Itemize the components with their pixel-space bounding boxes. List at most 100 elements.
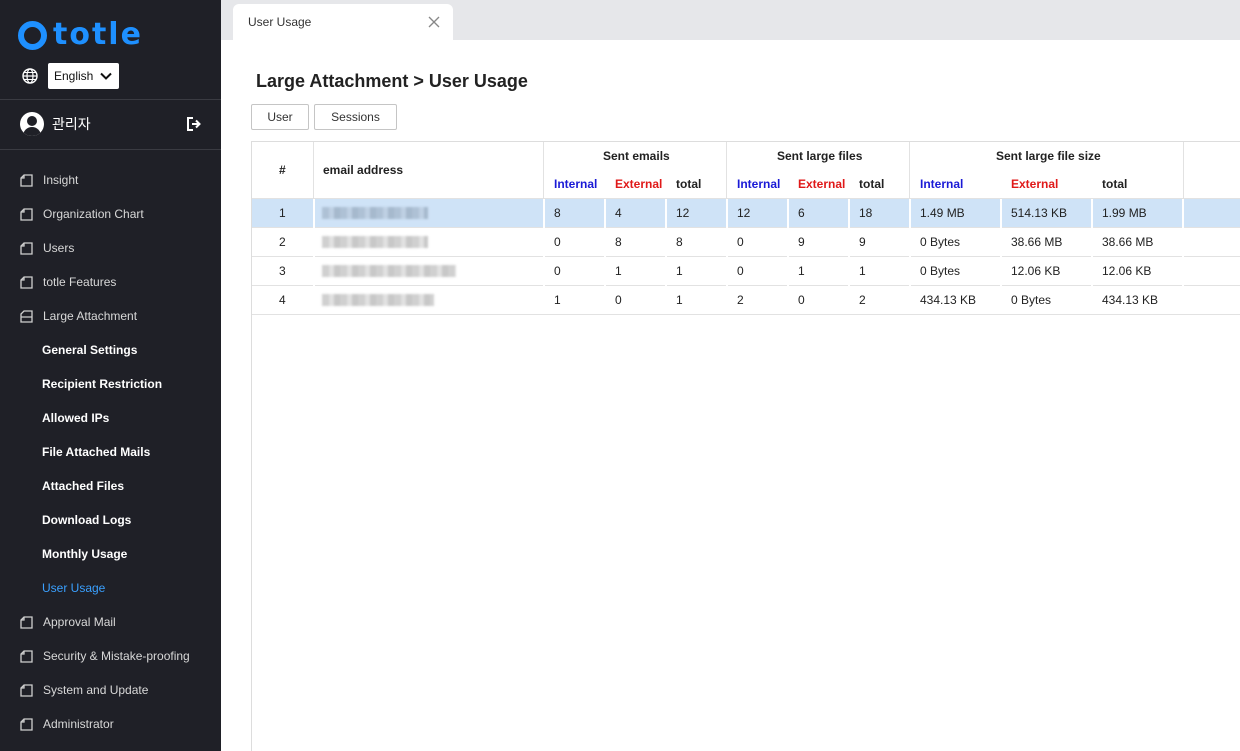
cell-size-internal: 1.49 MB — [920, 206, 965, 220]
folder-icon — [20, 683, 33, 697]
cell-files-external: 6 — [798, 206, 805, 220]
cell-emails-total: 8 — [676, 235, 683, 249]
page-title: Large Attachment > User Usage — [256, 71, 528, 91]
totle-logo[interactable]: totle — [18, 18, 143, 52]
language-picker: English — [22, 63, 119, 89]
sidebar-item-label: Large Attachment — [43, 309, 138, 323]
cell-emails-external: 0 — [615, 293, 622, 307]
column-header-external: External — [1011, 177, 1059, 191]
tab-bar: User Usage — [221, 0, 1240, 40]
avatar[interactable] — [20, 112, 44, 136]
row-index: 1 — [279, 206, 286, 220]
column-header-total: total — [859, 177, 885, 191]
cell-files-internal: 0 — [737, 264, 744, 278]
sidebar-item-system-and-update[interactable]: System and Update — [0, 673, 221, 707]
email-address-redacted — [322, 294, 434, 306]
sidebar-item-insight[interactable]: Insight — [0, 163, 221, 197]
sidebar-subitem-allowed-ips[interactable]: Allowed IPs — [0, 401, 221, 435]
logo-mark — [18, 20, 47, 50]
language-select-value: English — [54, 69, 94, 83]
cell-size-total: 1.99 MB — [1102, 206, 1147, 220]
row-index: 2 — [279, 235, 286, 249]
sidebar-item-label: Users — [43, 241, 75, 255]
cell-size-external: 12.06 KB — [1011, 264, 1061, 278]
sidebar-subitem-general-settings[interactable]: General Settings — [0, 333, 221, 367]
column-group-sent-large-files: Sent large files — [777, 149, 863, 163]
cell-files-total: 2 — [859, 293, 866, 307]
user-name: 관리자 — [52, 117, 91, 133]
column-header-email: email address — [323, 163, 404, 177]
sidebar-subitem-user-usage[interactable]: User Usage — [0, 571, 221, 605]
user-button[interactable]: User — [251, 104, 309, 130]
folder-icon — [20, 649, 33, 663]
email-address-redacted — [322, 236, 428, 248]
sidebar-subitem-monthly-usage[interactable]: Monthly Usage — [0, 537, 221, 571]
cell-files-internal: 2 — [737, 293, 744, 307]
cell-files-external: 9 — [798, 235, 805, 249]
language-select[interactable]: English — [48, 63, 119, 89]
column-header-total: total — [1102, 177, 1128, 191]
cell-files-total: 18 — [859, 206, 873, 220]
globe-icon — [22, 68, 38, 84]
column-header-index: # — [279, 163, 286, 177]
column-header-total: total — [676, 177, 702, 191]
cell-emails-external: 4 — [615, 206, 622, 220]
folder-icon — [20, 241, 33, 255]
email-address-redacted — [322, 207, 428, 219]
cell-size-external: 0 Bytes — [1011, 293, 1052, 307]
sidebar-item-approval-mail[interactable]: Approval Mail — [0, 605, 221, 639]
sidebar-subitem-attached-files[interactable]: Attached Files — [0, 469, 221, 503]
user-profile: 관리자 — [20, 111, 202, 137]
sidebar-subitem-recipient-restriction[interactable]: Recipient Restriction — [0, 367, 221, 401]
cell-size-internal: 0 Bytes — [920, 264, 961, 278]
sidebar-item-administrator[interactable]: Administrator — [0, 707, 221, 741]
cell-files-external: 1 — [798, 264, 805, 278]
sidebar-subitem-file-attached-mails[interactable]: File Attached Mails — [0, 435, 221, 469]
email-address-redacted — [322, 265, 456, 277]
cell-emails-external: 1 — [615, 264, 622, 278]
cell-files-internal: 12 — [737, 206, 751, 220]
column-group-sent-large-file-size: Sent large file size — [996, 149, 1101, 163]
divider — [0, 99, 221, 100]
cell-files-total: 1 — [859, 264, 866, 278]
row-index: 4 — [279, 293, 286, 307]
cell-emails-total: 1 — [676, 293, 683, 307]
sessions-button[interactable]: Sessions — [314, 104, 397, 130]
cell-size-total: 12.06 KB — [1102, 264, 1152, 278]
sidebar-item-totle-features[interactable]: totle Features — [0, 265, 221, 299]
tab-user-usage[interactable]: User Usage — [233, 4, 453, 40]
sidebar-nav: Insight Organization Chart Users totle F… — [0, 163, 221, 741]
sidebar-item-label: System and Update — [43, 683, 149, 697]
column-header-internal: Internal — [920, 177, 964, 191]
sidebar-item-users[interactable]: Users — [0, 231, 221, 265]
cell-emails-internal: 8 — [554, 206, 561, 220]
row-index: 3 — [279, 264, 286, 278]
sidebar-subitem-download-logs[interactable]: Download Logs — [0, 503, 221, 537]
cell-emails-total: 12 — [676, 206, 690, 220]
tab-label: User Usage — [248, 15, 312, 29]
sidebar-item-label: Security & Mistake-proofing — [43, 649, 190, 663]
cell-size-external: 514.13 KB — [1011, 206, 1068, 220]
column-header-internal: Internal — [554, 177, 598, 191]
logout-icon[interactable] — [186, 116, 202, 132]
cell-files-external: 0 — [798, 293, 805, 307]
cell-emails-internal: 1 — [554, 293, 561, 307]
sidebar-item-organization-chart[interactable]: Organization Chart — [0, 197, 221, 231]
folder-icon — [20, 717, 33, 731]
sidebar-item-label: Organization Chart — [43, 207, 144, 221]
user-usage-table: # email address Sent emails Sent large f… — [251, 141, 1240, 751]
cell-emails-internal: 0 — [554, 264, 561, 278]
close-icon[interactable] — [427, 15, 441, 29]
divider — [0, 149, 221, 150]
cell-files-total: 9 — [859, 235, 866, 249]
folder-icon — [20, 615, 33, 629]
column-header-external: External — [798, 177, 846, 191]
folder-icon — [20, 275, 33, 289]
sidebar-item-large-attachment[interactable]: Large Attachment — [0, 299, 221, 333]
folder-icon — [20, 173, 33, 187]
cell-emails-internal: 0 — [554, 235, 561, 249]
logo-text: totle — [53, 17, 143, 52]
cell-size-total: 434.13 KB — [1102, 293, 1159, 307]
sidebar-item-security[interactable]: Security & Mistake-proofing — [0, 639, 221, 673]
cell-size-internal: 434.13 KB — [920, 293, 977, 307]
